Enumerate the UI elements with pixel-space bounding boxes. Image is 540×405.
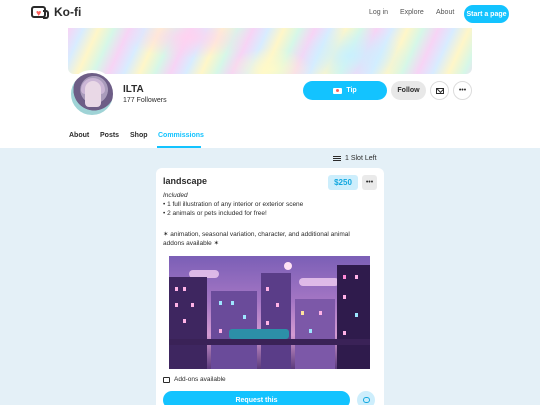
kofi-cup-icon (333, 87, 343, 94)
slots-label: 1 Slot Left (345, 155, 377, 162)
slots-indicator: 1 Slot Left (333, 155, 377, 162)
profile-banner (68, 28, 472, 74)
profile-name: ILTA (123, 84, 144, 95)
list-icon (333, 155, 341, 162)
included-item: • 2 animals or pets included for free! (163, 210, 267, 217)
kofi-logo[interactable]: ♥ Ko-fi (31, 5, 81, 19)
nav-about-link[interactable]: About (436, 9, 454, 16)
tip-label: Tip (346, 87, 357, 94)
tab-commissions[interactable]: Commissions (158, 132, 204, 139)
cup-icon: ♥ (31, 6, 49, 19)
addons-available: Add-ons available (163, 376, 226, 383)
addons-note: addons available ✶ (163, 240, 220, 247)
follower-count: 177 Followers (123, 97, 167, 104)
card-more-button[interactable]: ••• (362, 175, 377, 190)
commission-card: landscape $250 ••• Included • 1 full ill… (156, 168, 384, 405)
chat-button[interactable] (357, 391, 375, 405)
follow-button[interactable]: Follow (391, 81, 426, 100)
avatar (68, 70, 116, 118)
price-badge: $250 (328, 175, 358, 190)
included-item: • 1 full illustration of any interior or… (163, 201, 304, 208)
commission-sample-image[interactable] (169, 256, 370, 369)
top-navigation: ♥ Ko-fi Log in Explore About Start a pag… (0, 0, 540, 28)
nav-explore-link[interactable]: Explore (400, 9, 424, 16)
tab-shop[interactable]: Shop (130, 132, 148, 139)
tip-button[interactable]: Tip (303, 81, 387, 100)
profile-tabs: About Posts Shop Commissions (0, 126, 540, 148)
mail-icon (435, 87, 444, 94)
tab-posts[interactable]: Posts (100, 132, 119, 139)
more-options-button[interactable]: ••• (453, 81, 472, 100)
addons-note: ✶ animation, seasonal variation, charact… (163, 231, 350, 238)
logo-text: Ko-fi (54, 5, 82, 19)
message-button[interactable] (430, 81, 449, 100)
addons-label: Add-ons available (174, 376, 226, 383)
commission-title: landscape (163, 176, 208, 186)
tab-about[interactable]: About (69, 132, 89, 139)
start-page-button[interactable]: Start a page (464, 5, 509, 23)
nav-login-link[interactable]: Log in (369, 9, 388, 16)
chat-icon (362, 397, 370, 403)
layers-icon (163, 376, 170, 383)
request-button[interactable]: Request this (163, 391, 350, 405)
included-heading: Included (163, 192, 188, 199)
